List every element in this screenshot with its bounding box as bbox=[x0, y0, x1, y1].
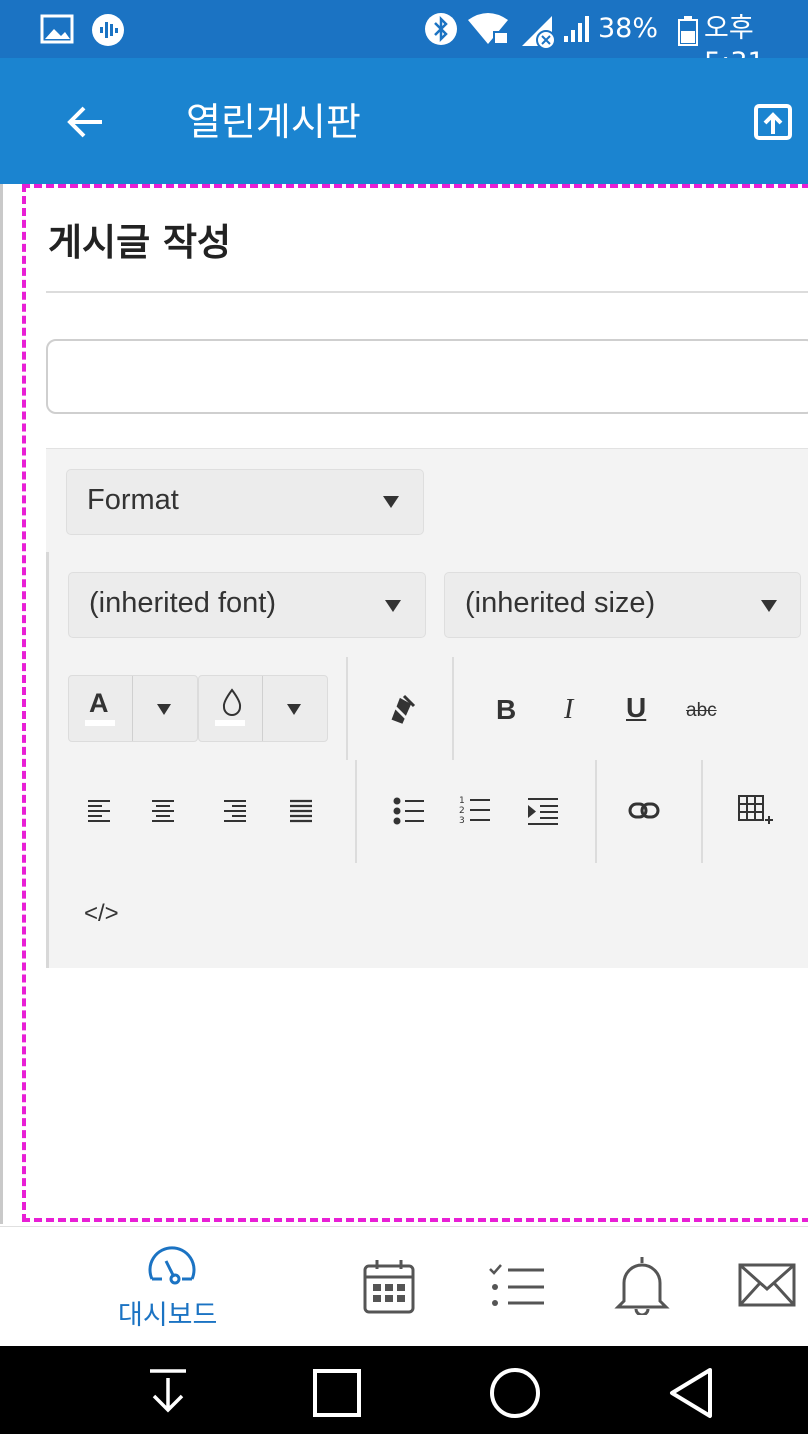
toolbar-separator bbox=[355, 760, 357, 863]
ink-drop-icon bbox=[222, 688, 242, 716]
app-bar: 열린게시판 bbox=[0, 58, 808, 184]
left-edge bbox=[0, 184, 3, 1224]
unordered-list-icon[interactable] bbox=[392, 796, 426, 826]
upload-icon[interactable] bbox=[752, 102, 796, 142]
svg-text:1: 1 bbox=[459, 796, 465, 806]
underline-button[interactable]: U bbox=[626, 692, 646, 724]
background-color-button[interactable] bbox=[199, 676, 262, 741]
chevron-down-icon bbox=[157, 704, 171, 715]
bold-button[interactable]: B bbox=[496, 694, 516, 726]
font-color-button[interactable]: A bbox=[69, 676, 132, 741]
bell-icon[interactable] bbox=[614, 1253, 670, 1315]
image-icon bbox=[40, 14, 74, 44]
align-left-icon[interactable] bbox=[86, 798, 112, 824]
strikethrough-button[interactable]: abc bbox=[686, 700, 717, 722]
eraser-icon[interactable] bbox=[382, 692, 416, 726]
font-size-label: (inherited size) bbox=[465, 587, 656, 619]
background-color-swatch bbox=[215, 720, 245, 726]
signal-icon bbox=[564, 16, 589, 42]
italic-button[interactable]: I bbox=[564, 694, 573, 726]
link-icon[interactable] bbox=[628, 800, 660, 822]
dashboard-icon bbox=[148, 1246, 196, 1285]
battery-icon bbox=[678, 16, 698, 46]
arrow-left-icon[interactable] bbox=[64, 102, 108, 142]
format-select[interactable]: Format bbox=[66, 469, 424, 535]
system-navigation-bar bbox=[0, 1346, 808, 1434]
voice-recorder-icon bbox=[92, 14, 124, 46]
page-title: 게시글 작성 bbox=[48, 221, 232, 264]
bluetooth-icon bbox=[425, 13, 457, 45]
heading-divider bbox=[46, 291, 808, 293]
font-color-swatch bbox=[85, 720, 115, 726]
indent-icon[interactable] bbox=[526, 796, 560, 826]
home-icon[interactable] bbox=[488, 1366, 542, 1420]
font-family-label: (inherited font) bbox=[89, 587, 276, 619]
chevron-down-icon bbox=[287, 704, 301, 715]
data-blocked-icon bbox=[522, 16, 556, 50]
background-color-group bbox=[198, 675, 328, 742]
download-icon[interactable] bbox=[146, 1368, 190, 1414]
back-icon[interactable] bbox=[666, 1366, 716, 1420]
chevron-down-icon bbox=[761, 600, 777, 612]
align-justify-icon[interactable] bbox=[288, 798, 314, 824]
table-icon[interactable] bbox=[737, 794, 773, 830]
svg-text:3: 3 bbox=[459, 816, 465, 826]
mail-icon[interactable] bbox=[738, 1263, 796, 1307]
toolbar-separator bbox=[346, 657, 348, 760]
bottom-navigation: 대시보드 bbox=[0, 1226, 808, 1347]
toolbar-separator bbox=[701, 760, 703, 863]
toolbar-separator bbox=[595, 760, 597, 863]
checklist-icon[interactable] bbox=[488, 1263, 546, 1309]
align-center-icon[interactable] bbox=[150, 798, 176, 824]
battery-percent: 38% bbox=[598, 13, 659, 44]
toolbar-divider bbox=[46, 552, 49, 968]
status-bar: 38% 오후 5:31 bbox=[0, 0, 808, 78]
font-color-group: A bbox=[68, 675, 198, 742]
recents-icon[interactable] bbox=[312, 1368, 362, 1418]
font-family-select[interactable]: (inherited font) bbox=[68, 572, 426, 638]
calendar-icon[interactable] bbox=[362, 1259, 416, 1315]
svg-text:2: 2 bbox=[459, 806, 465, 816]
format-select-label: Format bbox=[87, 484, 179, 516]
font-size-select[interactable]: (inherited size) bbox=[444, 572, 801, 638]
wifi-lock-icon bbox=[468, 13, 509, 45]
nav-item-dashboard[interactable]: 대시보드 bbox=[104, 1239, 250, 1339]
post-title-input[interactable] bbox=[46, 339, 808, 414]
background-color-dropdown[interactable] bbox=[263, 676, 327, 741]
editor-content-area[interactable] bbox=[46, 968, 808, 1220]
app-bar-title: 열린게시판 bbox=[186, 100, 361, 144]
chevron-down-icon bbox=[385, 600, 401, 612]
nav-label-dashboard: 대시보드 bbox=[118, 1300, 218, 1331]
toolbar-separator bbox=[452, 657, 454, 760]
font-color-dropdown[interactable] bbox=[133, 676, 197, 741]
align-right-icon[interactable] bbox=[222, 798, 248, 824]
chevron-down-icon bbox=[383, 496, 399, 508]
code-view-button[interactable]: </> bbox=[84, 900, 119, 928]
font-color-letter: A bbox=[89, 688, 109, 718]
ordered-list-icon[interactable]: 1 2 3 bbox=[458, 794, 492, 826]
